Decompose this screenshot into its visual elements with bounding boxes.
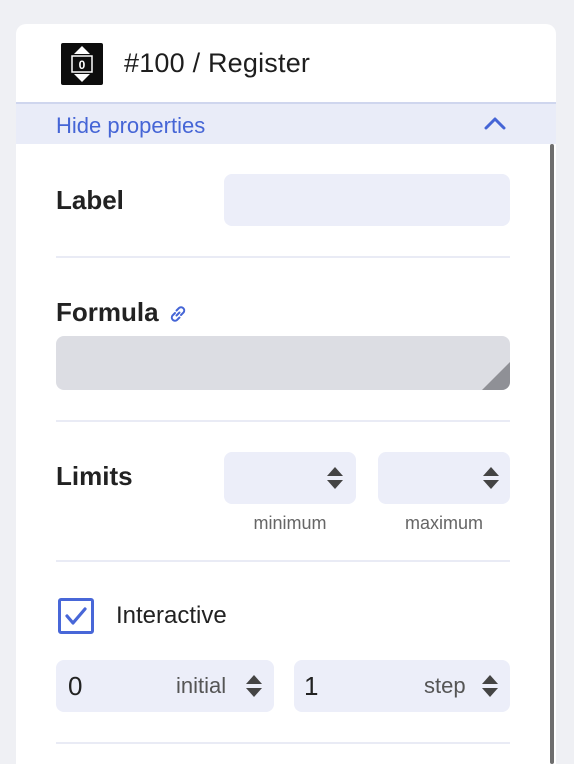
resize-grip-icon[interactable]	[480, 360, 510, 390]
initial-input[interactable]: 0 initial	[56, 660, 274, 712]
chevron-up-icon[interactable]	[482, 114, 508, 132]
interactive-checkbox[interactable]	[58, 598, 94, 634]
scrollbar[interactable]	[550, 144, 554, 764]
maximum-input[interactable]	[378, 452, 510, 504]
hide-properties-toggle[interactable]: Hide properties	[16, 102, 556, 144]
formula-textarea[interactable]	[56, 336, 510, 390]
stepper-arrows-icon[interactable]	[482, 465, 500, 491]
minimum-hint: minimum	[253, 513, 327, 533]
stepper-arrows-icon[interactable]	[481, 673, 499, 699]
checkmark-icon	[65, 607, 87, 625]
formula-label: Formula	[56, 297, 159, 327]
stepper-arrows-icon[interactable]	[245, 673, 263, 699]
divider	[56, 560, 510, 562]
stepper-arrows-icon[interactable]	[326, 465, 344, 491]
interactive-label: Interactive	[116, 602, 227, 629]
properties-panel: 0 #100 / Register Hide properties Label …	[16, 24, 556, 764]
step-tag: step	[424, 673, 466, 698]
maximum-hint: maximum	[404, 513, 483, 533]
initial-value: 0	[68, 671, 83, 701]
link-icon[interactable]	[167, 303, 189, 325]
step-input[interactable]: 1 step	[294, 660, 510, 712]
minimum-input[interactable]	[224, 452, 356, 504]
register-icon-digit: 0	[79, 58, 86, 72]
panel-header: 0 #100 / Register	[16, 24, 556, 102]
label-input[interactable]	[224, 174, 510, 226]
page-title: #100 / Register	[124, 48, 311, 78]
register-counter-icon: 0	[61, 43, 103, 85]
initial-tag: initial	[176, 673, 227, 698]
divider	[56, 742, 510, 744]
divider	[56, 420, 510, 422]
hide-properties-label[interactable]: Hide properties	[56, 113, 205, 139]
step-value: 1	[304, 671, 319, 701]
label-field-label: Label	[56, 185, 124, 215]
divider	[56, 256, 510, 258]
limits-label: Limits	[56, 461, 133, 491]
